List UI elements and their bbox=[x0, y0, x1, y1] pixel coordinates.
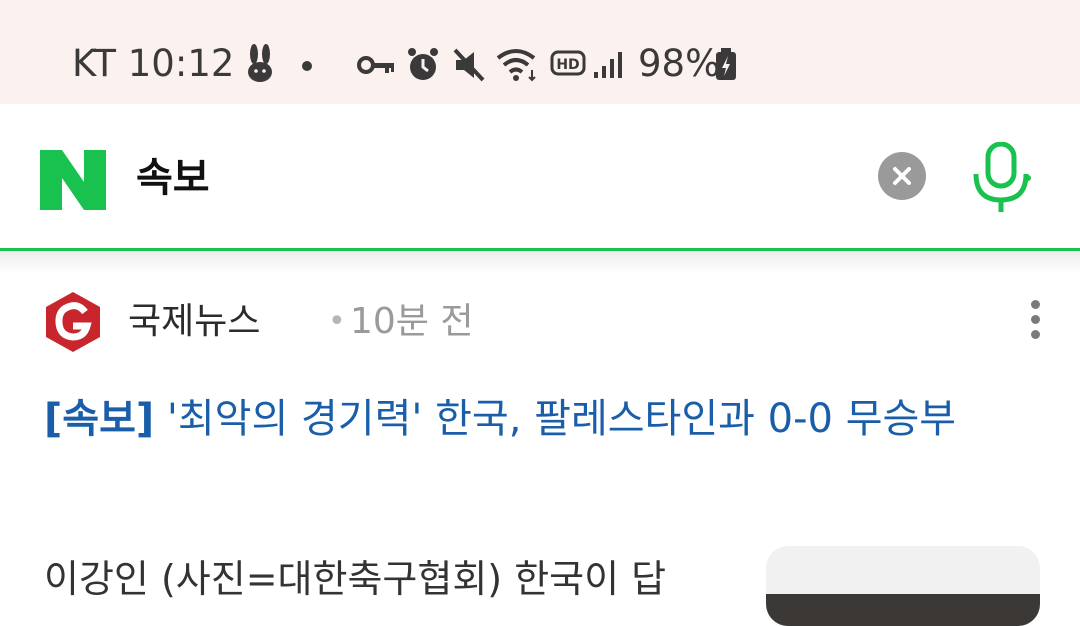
battery-percent: 98% bbox=[638, 42, 721, 85]
microphone-icon[interactable] bbox=[968, 142, 1034, 214]
status-carrier-time: KT 10:12 bbox=[72, 40, 234, 88]
headline-text: '최악의 경기력' 한국, 팔레스타인과 0-0 무승부 bbox=[154, 396, 957, 442]
more-options-button[interactable] bbox=[1024, 300, 1046, 344]
battery-charging-icon bbox=[716, 48, 736, 80]
rabbit-icon bbox=[248, 44, 272, 82]
clock: 10:12 bbox=[127, 42, 235, 85]
headline-tag: [속보] bbox=[44, 396, 155, 442]
more-dot-icon bbox=[1030, 330, 1040, 339]
dot-icon bbox=[302, 61, 312, 71]
article-headline[interactable]: [속보] '최악의 경기력' 한국, 팔레스타인과 0-0 무승부 bbox=[44, 388, 1034, 450]
search-bar-shadow bbox=[0, 251, 1080, 273]
close-icon bbox=[893, 167, 911, 185]
status-bar: KT 10:12 HD 98% bbox=[0, 0, 1080, 104]
source-name[interactable]: 국제뉴스 bbox=[128, 298, 260, 346]
signal-icon bbox=[594, 52, 622, 78]
more-dot-icon bbox=[1030, 315, 1040, 324]
hd-icon: HD bbox=[550, 50, 586, 76]
wifi-icon bbox=[496, 49, 536, 82]
publish-time: 10분 전 bbox=[350, 301, 474, 342]
vpn-key-icon bbox=[357, 56, 394, 74]
search-bar bbox=[0, 104, 1080, 251]
gukje-news-logo-icon[interactable] bbox=[44, 290, 102, 354]
more-dot-icon bbox=[1030, 300, 1040, 309]
meta-separator: • bbox=[328, 304, 346, 339]
alarm-icon bbox=[408, 48, 438, 80]
carrier-name: KT bbox=[72, 42, 116, 85]
svg-text:HD: HD bbox=[556, 57, 579, 73]
naver-logo-icon[interactable] bbox=[40, 150, 106, 210]
article-thumbnail[interactable] bbox=[766, 546, 1040, 626]
article-summary[interactable]: 이강인 (사진=대한축구협회) 한국이 답 bbox=[44, 552, 734, 606]
search-input[interactable] bbox=[136, 148, 836, 208]
clear-search-button[interactable] bbox=[878, 152, 926, 200]
article-source-row: 국제뉴스 • 10분 전 bbox=[44, 290, 1044, 354]
thumbnail-image bbox=[766, 594, 1040, 626]
mute-icon bbox=[453, 48, 485, 82]
